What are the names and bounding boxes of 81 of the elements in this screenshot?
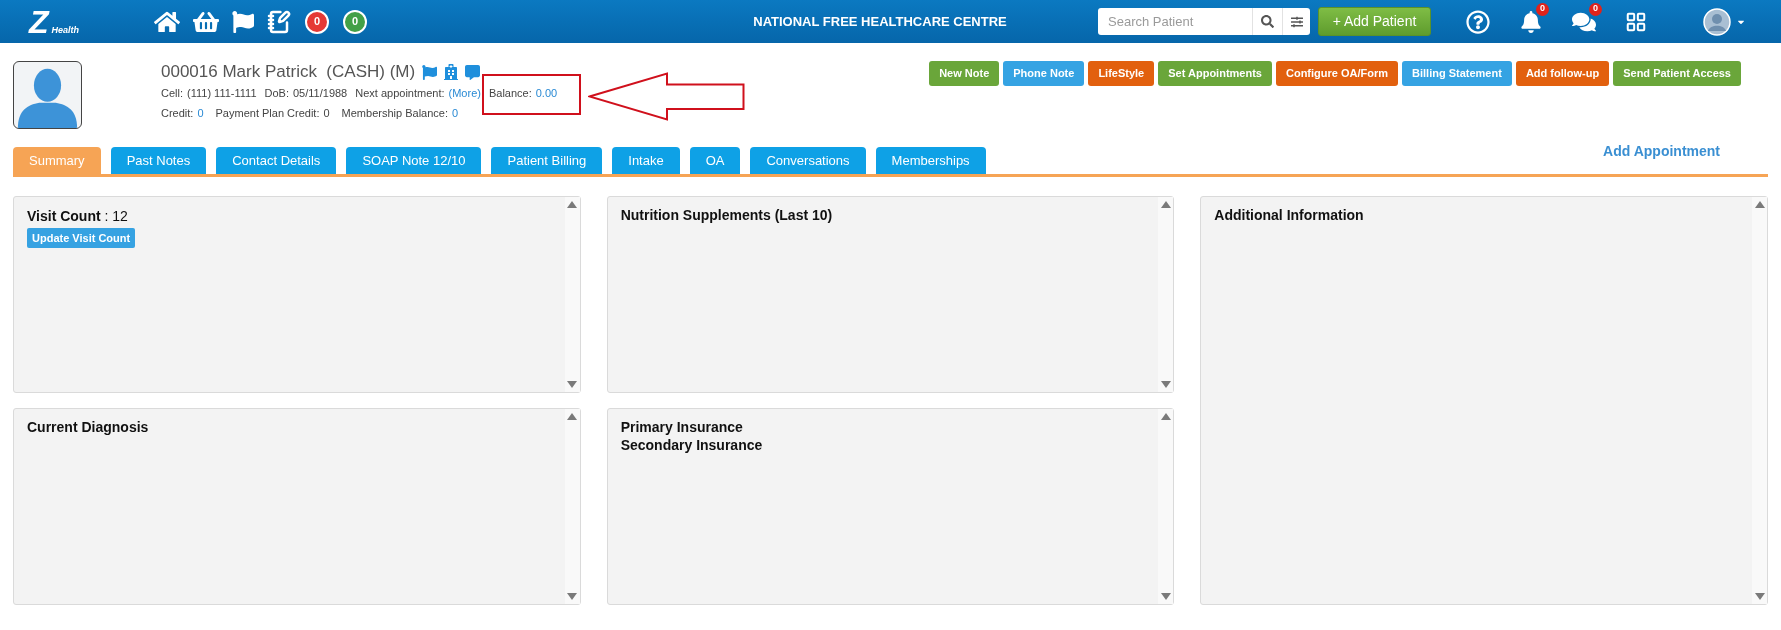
scroll-up-icon[interactable] bbox=[567, 201, 578, 208]
info-link[interactable]: 0 bbox=[197, 104, 204, 122]
scrollbar[interactable] bbox=[1158, 197, 1174, 392]
tab[interactable]: Past Notes bbox=[110, 147, 207, 174]
count-badge[interactable]: 0 bbox=[305, 9, 329, 34]
logo-text: Health bbox=[51, 24, 80, 35]
add-appointment-link[interactable]: Add Appointment bbox=[1603, 141, 1720, 162]
scroll-up-icon[interactable] bbox=[1754, 201, 1765, 208]
visit-count-text: Visit Count : 12 bbox=[27, 207, 128, 226]
notepad-icon[interactable] bbox=[267, 9, 291, 34]
info-label: DoB: bbox=[264, 85, 289, 101]
flag-icon[interactable] bbox=[232, 10, 254, 33]
centre-title: NATIONAL FREE HEALTHCARE CENTRE bbox=[752, 12, 1008, 31]
hospital-icon[interactable] bbox=[443, 64, 460, 80]
basket-icon[interactable] bbox=[193, 9, 219, 34]
panel-heading: Additional Information bbox=[1214, 206, 1364, 224]
add-patient-button[interactable]: + Add Patient bbox=[1318, 7, 1431, 36]
tab[interactable]: SOAP Note 12/10 bbox=[346, 147, 482, 174]
scroll-up-icon[interactable] bbox=[567, 413, 578, 420]
scroll-down-icon[interactable] bbox=[567, 381, 578, 388]
logo-mark: Z bbox=[29, 6, 51, 37]
patient-name: 000016 Mark Patrick (CASH) (M) bbox=[161, 61, 416, 84]
info-link[interactable]: 0.00 bbox=[535, 84, 558, 102]
action-button[interactable]: Send Patient Access bbox=[1613, 61, 1741, 86]
info-label: Cell: bbox=[161, 85, 183, 101]
apps-grid-icon[interactable] bbox=[1625, 10, 1647, 33]
action-button[interactable]: New Note bbox=[929, 61, 1000, 86]
action-button[interactable]: Set Appointments bbox=[1158, 61, 1272, 86]
messages-icon[interactable] bbox=[1572, 10, 1596, 33]
action-button[interactable]: Billing Statement bbox=[1402, 61, 1512, 86]
tab[interactable]: Summary bbox=[13, 147, 101, 174]
tab[interactable]: OA bbox=[689, 147, 741, 174]
speech-bubble-icon[interactable] bbox=[465, 64, 481, 80]
action-button[interactable]: Configure OA/Form bbox=[1275, 61, 1399, 86]
update-visit-count-button[interactable]: Update Visit Count bbox=[27, 228, 136, 248]
scroll-down-icon[interactable] bbox=[1754, 593, 1765, 600]
action-button[interactable]: Phone Note bbox=[1003, 61, 1085, 86]
tab[interactable]: Patient Billing bbox=[491, 147, 603, 174]
info-label: Membership Balance: bbox=[341, 105, 448, 121]
scrollbar[interactable] bbox=[1752, 197, 1767, 604]
user-avatar[interactable] bbox=[1703, 7, 1731, 36]
scrollbar[interactable] bbox=[564, 197, 580, 392]
scrollbar[interactable] bbox=[1158, 409, 1174, 604]
tab[interactable]: Contact Details bbox=[216, 147, 337, 174]
panel-heading: Primary Insurance bbox=[620, 418, 743, 436]
info-link[interactable]: 0 bbox=[452, 104, 459, 122]
notifications-bell-icon[interactable] bbox=[1520, 10, 1542, 33]
search-icon bbox=[1261, 15, 1274, 28]
info-label: Payment Plan Credit: bbox=[215, 105, 320, 121]
scroll-up-icon[interactable] bbox=[1160, 201, 1171, 208]
tab[interactable]: Memberships bbox=[875, 147, 986, 174]
home-icon[interactable] bbox=[154, 9, 180, 34]
info-value: 05/11/1988 bbox=[293, 85, 348, 101]
search-field[interactable]: Search Patient bbox=[1098, 8, 1252, 35]
info-value: (111) 111-1111 bbox=[187, 85, 257, 101]
info-value: 0 bbox=[323, 105, 330, 121]
info-label: Next appointment: bbox=[355, 85, 445, 101]
patient-photo-placeholder bbox=[13, 61, 82, 129]
search-button[interactable] bbox=[1252, 8, 1282, 35]
action-button[interactable]: LifeStyle bbox=[1088, 61, 1155, 86]
sliders-icon bbox=[1290, 15, 1303, 28]
notification-count: 0 bbox=[1536, 2, 1549, 16]
panel-heading: Current Diagnosis bbox=[27, 418, 149, 436]
info-label: Credit: bbox=[161, 105, 194, 121]
tab[interactable]: Conversations bbox=[750, 147, 866, 174]
action-button[interactable]: Add follow-up bbox=[1515, 61, 1610, 86]
scrollbar[interactable] bbox=[564, 409, 580, 604]
message-count: 0 bbox=[1589, 2, 1602, 16]
scroll-up-icon[interactable] bbox=[1160, 413, 1171, 420]
info-link[interactable]: (More) bbox=[448, 84, 481, 102]
filter-button[interactable] bbox=[1282, 8, 1310, 35]
panel-heading: Secondary Insurance bbox=[620, 436, 763, 454]
count-badge[interactable]: 0 bbox=[343, 9, 367, 34]
info-label: Balance: bbox=[488, 85, 532, 101]
scroll-down-icon[interactable] bbox=[1160, 593, 1171, 600]
tab[interactable]: Intake bbox=[612, 147, 680, 174]
panel-heading: Nutrition Supplements (Last 10) bbox=[620, 206, 833, 224]
scroll-down-icon[interactable] bbox=[1160, 381, 1171, 388]
help-icon[interactable] bbox=[1466, 9, 1490, 34]
scroll-down-icon[interactable] bbox=[567, 593, 578, 600]
flag-icon[interactable] bbox=[422, 64, 438, 80]
